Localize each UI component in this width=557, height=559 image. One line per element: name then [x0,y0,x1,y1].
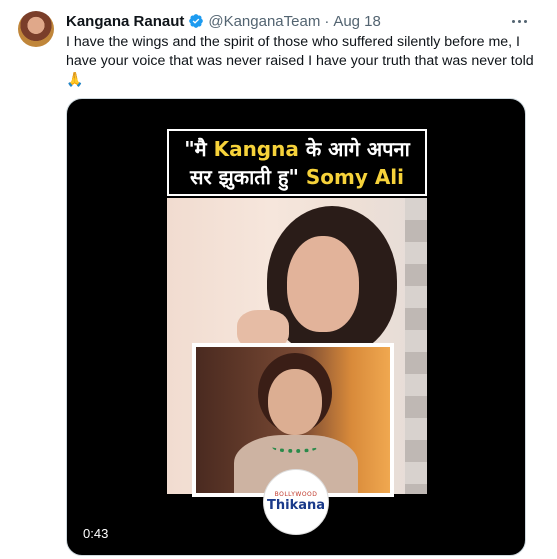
tweet-text: I have the wings and the spirit of those… [66,34,534,69]
author-avatar[interactable] [18,11,54,47]
video-headline-banner: "मै Kangna के आगे अपना सर झुकाती हु" Som… [167,129,427,196]
author-handle[interactable]: @KanganaTeam [208,13,320,30]
more-options-icon[interactable] [508,11,530,31]
folded-hands-emoji: 🙏 [66,71,84,87]
author-name[interactable]: Kangana Ranaut [66,13,184,30]
tweet-header: Kangana Ranaut @KanganaTeam · Aug 18 [66,11,381,31]
video-player[interactable]: "मै Kangna के आगे अपना सर झुकाती हु" Som… [66,98,526,556]
video-timestamp: 0:43 [79,524,113,543]
tweet-date[interactable]: Aug 18 [333,13,381,30]
headline-line-2: सर झुकाती हु" Somy Ali [189,164,405,189]
verified-badge-icon [189,14,204,28]
headline-line-1: "मै Kangna के आगे अपना [184,136,410,161]
separator-dot: · [324,12,330,30]
channel-logo: BOLLYWOOD Thikana [263,469,329,535]
